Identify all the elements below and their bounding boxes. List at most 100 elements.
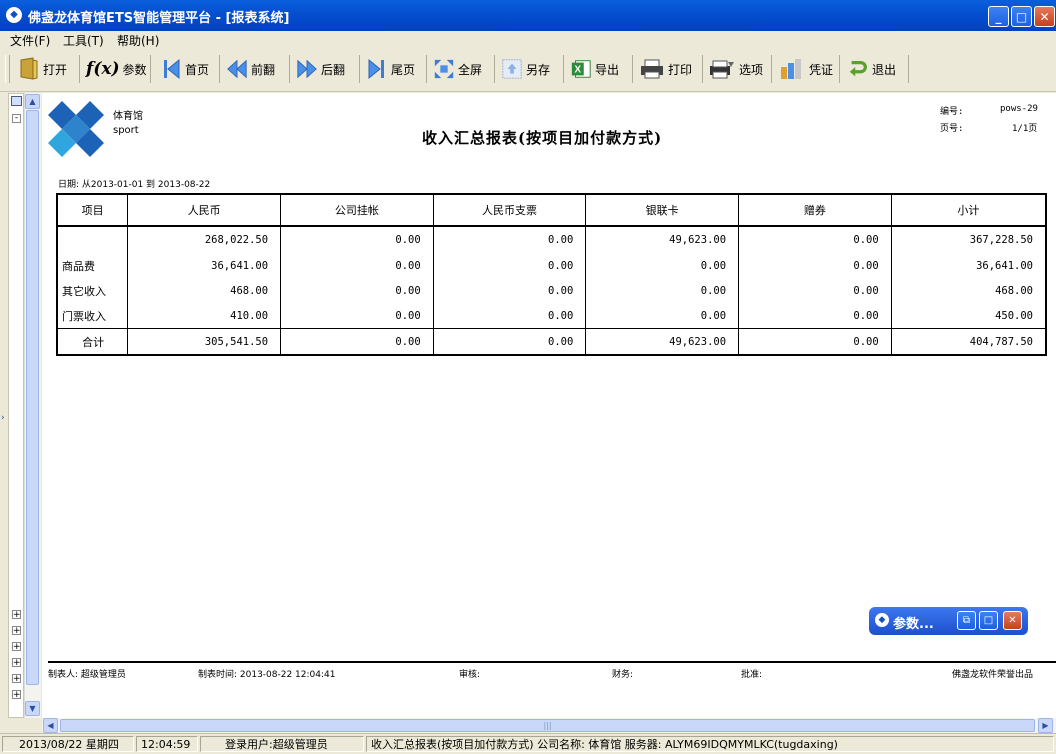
save-as-label: 另存 [526,62,551,77]
first-page-button[interactable]: 首页 [160,53,209,85]
logo-text: 体育馆 [113,111,143,122]
maximize-button[interactable]: □ [1011,6,1032,27]
table-row: 商品费 36,641.00 0.00 0.00 0.00 0.00 36,641… [56,253,1047,278]
tree-expand-icon[interactable]: + [12,658,21,668]
tree-expand-icon[interactable]: + [12,610,21,620]
param-window-title: 参数... [893,617,934,632]
toolbar-separator [702,55,703,83]
svg-text:X: X [574,65,581,76]
menu-help[interactable]: 帮助(H) [117,32,159,49]
first-page-icon [160,58,182,80]
cell-coupon: 0.00 [738,226,892,253]
first-page-label: 首页 [185,62,210,77]
voucher-icon [778,58,806,80]
tree-vertical-scrollbar[interactable]: ▲ ▼ [24,93,41,718]
export-button[interactable]: X 导出 [570,53,619,85]
print-label: 打印 [668,62,693,77]
column-header: 人民币支票 [432,193,587,227]
open-button[interactable]: 打开 [18,53,67,85]
menu-tools[interactable]: 工具(T) [63,32,104,49]
footer-approve: 批准: [741,670,763,680]
print-options-icon [708,58,736,80]
maximize-button[interactable]: □ [979,611,998,630]
params-button[interactable]: f(x) 参数 [86,53,147,85]
tree-expand-icon[interactable]: + [12,642,21,652]
param-window[interactable]: ◆ 参数... ⧉ □ ✕ [869,607,1028,635]
print-button[interactable]: 打印 [639,53,692,85]
toolbar-separator [289,55,290,83]
minimize-button[interactable]: _ [988,6,1009,27]
app-icon[interactable]: ◆ [6,7,22,23]
scroll-thumb[interactable]: ||| [60,719,1035,732]
cell-rmb: 410.00 [127,303,282,329]
window-title: 佛盏龙体育馆ETS智能管理平台 - [报表系统] [28,11,290,26]
footer-made-time: 制表时间: 2013-08-22 12:04:41 [198,670,336,680]
close-button[interactable]: ✕ [1003,611,1022,630]
logo-subtext: sport [113,125,139,136]
cell-company-credit: 0.00 [280,253,434,278]
title-bar: ◆ 佛盏龙体育馆ETS智能管理平台 - [报表系统] _ □ ✕ [0,0,1056,31]
cell-company-credit: 0.00 [280,278,434,303]
scroll-down-icon[interactable]: ▼ [25,701,40,716]
toolbar-separator [908,55,909,83]
cell-subtotal: 36,641.00 [890,253,1047,278]
fullscreen-button[interactable]: 全屏 [433,53,482,85]
prev-page-button[interactable]: 前翻 [226,53,275,85]
toolbar-separator [426,55,427,83]
column-header: 赠券 [738,193,892,227]
cell-coupon: 0.00 [738,303,892,329]
toolbar-separator [839,55,840,83]
close-button[interactable]: ✕ [1034,6,1055,27]
report-horizontal-scrollbar[interactable]: ◀ ||| ▶ [42,718,1056,733]
exit-button[interactable]: 退出 [847,53,896,85]
cell-subtotal: 367,228.50 [890,226,1047,253]
table-row: 其它收入 468.00 0.00 0.00 0.00 0.00 468.00 [56,278,1047,303]
tree-expand-icon[interactable]: + [12,690,21,700]
tree-expand-icon[interactable]: + [12,674,21,684]
last-page-button[interactable]: 尾页 [366,53,415,85]
scroll-thumb[interactable] [26,110,39,685]
total-row: 合计 305,541.50 0.00 0.00 49,623.00 0.00 4… [56,328,1047,355]
scroll-right-icon[interactable]: ▶ [1038,718,1053,733]
scroll-left-icon[interactable]: ◀ [43,718,58,733]
prev-page-icon [226,58,248,80]
toolbar-separator [563,55,564,83]
status-info: 收入汇总报表(按项目加付款方式) 公司名称: 体育馆 服务器: ALYM69ID… [366,736,1054,752]
menu-bar: 文件(F) 工具(T) 帮助(H) [0,31,1056,49]
cell-coupon: 0.00 [738,328,892,355]
print-options-button[interactable]: 选项 [708,53,763,85]
cell-rmb-check: 0.00 [432,303,587,329]
restore-button[interactable]: ⧉ [957,611,976,630]
tree-expand-icon[interactable]: + [12,626,21,636]
last-page-label: 尾页 [391,62,416,77]
computer-icon [11,96,22,106]
cell-company-credit: 0.00 [280,226,434,253]
left-splitter[interactable]: › [0,93,8,718]
export-label: 导出 [595,62,620,77]
print-options-label: 选项 [739,62,764,77]
tree-collapse-icon[interactable]: - [12,114,21,123]
toolbar-grip[interactable] [5,55,10,83]
fullscreen-label: 全屏 [458,62,483,77]
status-user: 登录用户:超级管理员 [200,736,364,752]
toolbar-separator [359,55,360,83]
sport-logo [48,101,104,157]
menu-file[interactable]: 文件(F) [10,32,50,49]
splitter-arrow-icon[interactable]: › [1,413,5,423]
voucher-button[interactable]: 凭证 [778,53,833,85]
cell-unionpay: 0.00 [585,253,740,278]
table-header-row: 项目 人民币 公司挂帐 人民币支票 银联卡 赠券 小计 [56,193,1047,227]
cell-rmb: 468.00 [127,278,282,303]
toolbar-separator [494,55,495,83]
scroll-up-icon[interactable]: ▲ [25,94,40,109]
row-name: 其它收入 [56,278,129,303]
table-row: 268,022.50 0.00 0.00 49,623.00 0.00 367,… [56,226,1047,253]
last-page-icon [366,58,388,80]
cell-unionpay: 49,623.00 [585,226,740,253]
next-page-button[interactable]: 后翻 [296,53,345,85]
cell-unionpay: 49,623.00 [585,328,740,355]
cell-subtotal: 468.00 [890,278,1047,303]
save-as-button[interactable]: 另存 [501,53,550,85]
next-page-label: 后翻 [321,62,346,77]
footer-finance: 财务: [612,670,634,680]
